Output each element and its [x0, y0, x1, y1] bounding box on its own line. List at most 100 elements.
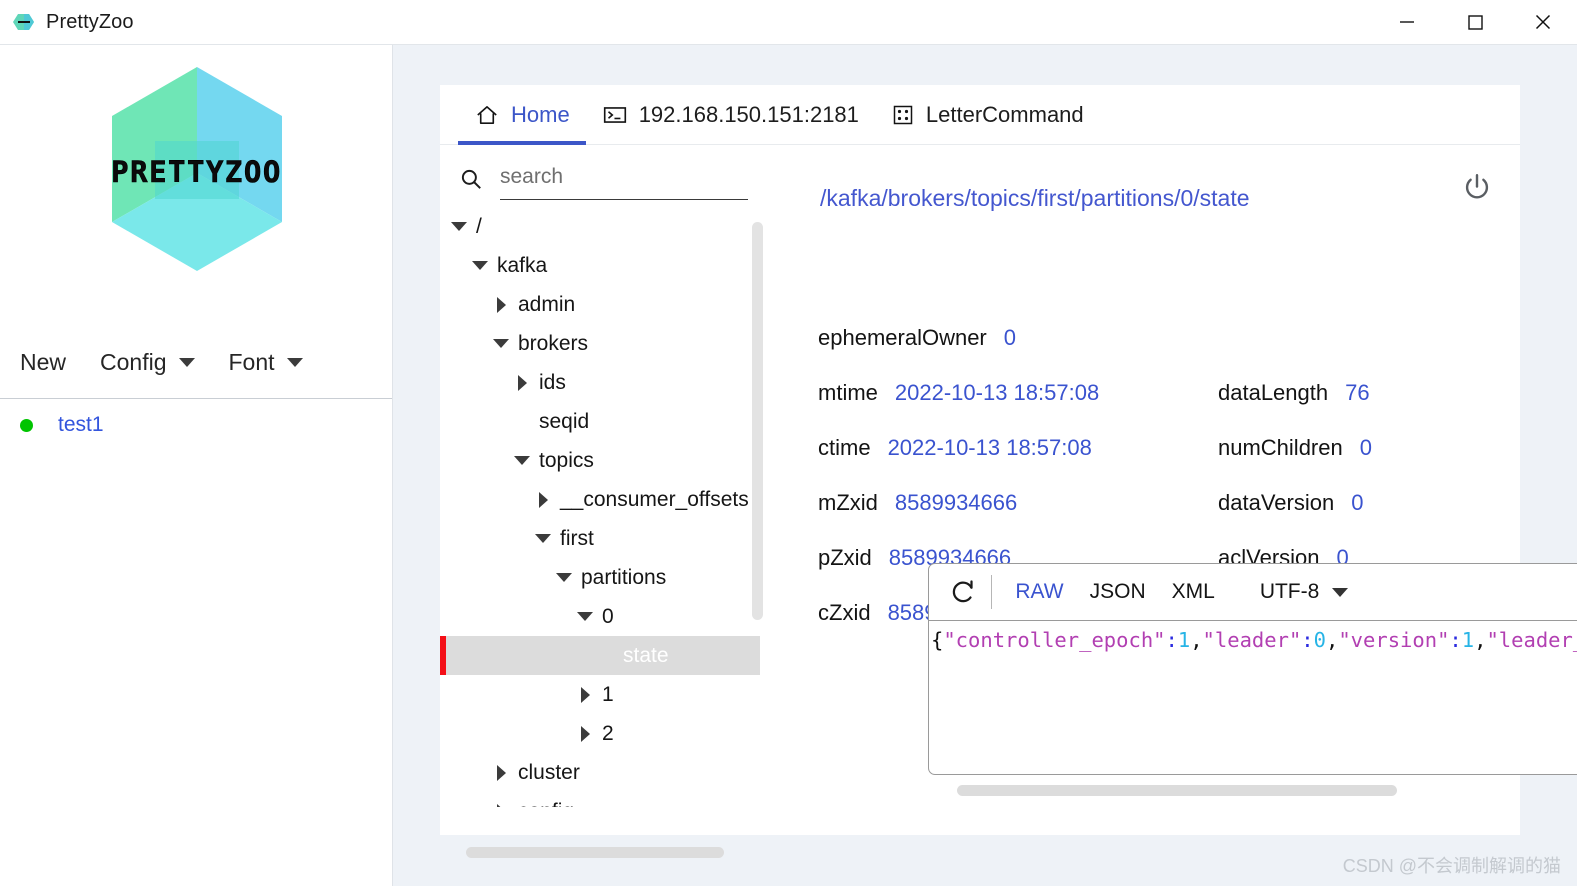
menu-item-config[interactable]: Config: [100, 349, 195, 376]
tree-node[interactable]: admin: [440, 285, 760, 324]
metadata-cell: numChildren 0: [1218, 435, 1372, 461]
tree-node-label: cluster: [518, 760, 580, 784]
minimize-button[interactable]: [1373, 0, 1441, 45]
code-token: "controller_epoch": [943, 628, 1166, 652]
tree-node[interactable]: 2: [440, 714, 760, 753]
connection-list: test1: [0, 403, 392, 447]
tab-connection[interactable]: 192.168.150.151:2181: [586, 85, 875, 145]
connection-item[interactable]: test1: [0, 403, 392, 447]
chevron-down-icon[interactable]: [448, 207, 470, 246]
window-controls: [1373, 0, 1577, 45]
tree-node[interactable]: 1: [440, 675, 760, 714]
chevron-down-icon: [178, 358, 195, 367]
encoding-select[interactable]: UTF-8: [1260, 580, 1349, 604]
chevron-down-icon: [286, 358, 303, 367]
format-json-button[interactable]: JSON: [1077, 580, 1159, 604]
tree-node[interactable]: cluster: [440, 753, 760, 792]
tab-letter-command[interactable]: LetterCommand: [875, 85, 1100, 145]
code-token: 1: [1177, 628, 1191, 652]
editor-body[interactable]: {"controller_epoch":1,"leader":0,"versio…: [929, 621, 1577, 774]
metadata-row: ephemeralOwner 0: [818, 310, 1518, 365]
brand-wordmark: PRETTYZOO: [111, 155, 282, 190]
tree-node[interactable]: kafka: [440, 246, 760, 285]
power-icon[interactable]: [1456, 167, 1498, 209]
tree-node[interactable]: first: [440, 519, 760, 558]
metadata-value: 2022-10-13 18:57:08: [894, 379, 1100, 405]
tree-node[interactable]: 0: [440, 597, 760, 636]
chevron-right-icon[interactable]: [574, 675, 596, 714]
chevron-right-icon[interactable]: [511, 363, 533, 402]
tab-home-label: Home: [511, 101, 570, 127]
metadata-value: 0: [1359, 434, 1372, 460]
node-tree-pane: / kafka admin brokers ids seqid topics __consum…: [440, 145, 760, 835]
code-token: 0: [1313, 628, 1326, 652]
code-token: ,: [1325, 628, 1339, 652]
node-path: /kafka/brokers/topics/first/partitions/0…: [820, 185, 1250, 211]
chevron-down-icon[interactable]: [490, 324, 512, 363]
app-icon: [12, 10, 36, 34]
tree-node-label: topics: [539, 448, 594, 472]
brand-logo: PRETTYZOO: [0, 53, 393, 293]
search-row: [458, 155, 748, 203]
tree-node[interactable]: topics: [440, 441, 760, 480]
refresh-icon[interactable]: [943, 572, 983, 612]
tree-node-label: config: [518, 800, 574, 808]
tree-node[interactable]: partitions: [440, 558, 760, 597]
editor-toolbar: RAW JSON XML UTF-8: [929, 564, 1577, 621]
format-xml-button[interactable]: XML: [1159, 580, 1228, 604]
tree-node-label: __consumer_offsets: [560, 487, 749, 511]
tree-node[interactable]: brokers: [440, 324, 760, 363]
metadata-key: dataVersion: [1218, 489, 1335, 515]
application-window: PrettyZoo PRETTYZOO New Config Font test…: [0, 0, 1577, 886]
chevron-down-icon[interactable]: [469, 246, 491, 285]
tree-node[interactable]: __consumer_offsets: [440, 480, 760, 519]
node-data-editor: RAW JSON XML UTF-8 {"controller_epoch":1…: [928, 563, 1577, 775]
window-title: PrettyZoo: [46, 10, 134, 33]
tree-node-spacer: [511, 402, 533, 441]
metadata-cell: ctime 2022-10-13 18:57:08: [818, 435, 1218, 461]
close-button[interactable]: [1509, 0, 1577, 45]
chevron-right-icon[interactable]: [490, 285, 512, 324]
encoding-label: UTF-8: [1259, 580, 1320, 603]
format-raw-button[interactable]: RAW: [1002, 580, 1076, 604]
tab-home[interactable]: Home: [458, 85, 586, 145]
chevron-down-icon[interactable]: [532, 519, 554, 558]
home-icon: [474, 102, 500, 128]
tree-node-selection-bar: [440, 636, 446, 675]
tree-node[interactable]: config: [440, 792, 760, 807]
tree-node[interactable]: state: [440, 636, 760, 675]
code-token: ,: [1190, 628, 1203, 652]
menu-item-font[interactable]: Font: [229, 349, 303, 376]
status-dot-icon: [20, 418, 33, 432]
search-input[interactable]: [500, 158, 748, 200]
metadata-row: mtime 2022-10-13 18:57:08 dataLength 76: [818, 365, 1518, 420]
tree-node-label: 2: [602, 721, 614, 745]
menu-item-new-label: New: [20, 349, 67, 375]
chevron-down-icon[interactable]: [553, 558, 575, 597]
code-token: "leader": [1202, 628, 1302, 652]
editor-horizontal-scrollbar[interactable]: [957, 785, 1397, 796]
menu-item-font-label: Font: [228, 349, 275, 375]
tree-node[interactable]: /: [440, 207, 760, 246]
metadata-cell: dataLength 76: [1218, 380, 1370, 406]
tree-node[interactable]: seqid: [440, 402, 760, 441]
main-panel: Home 192.168.150.151:2181 LetterCommand: [440, 85, 1577, 858]
window-titlebar: PrettyZoo: [0, 0, 1577, 45]
tree-node-label: partitions: [581, 565, 667, 589]
chevron-right-icon[interactable]: [490, 753, 512, 792]
chevron-right-icon[interactable]: [490, 792, 512, 807]
chevron-right-icon[interactable]: [532, 480, 554, 519]
tree-node[interactable]: ids: [440, 363, 760, 402]
maximize-button[interactable]: [1441, 0, 1509, 45]
tree-node-label: 1: [602, 682, 614, 706]
node-tree[interactable]: / kafka admin brokers ids seqid topics __consum…: [440, 207, 760, 807]
metadata-value: 0: [1351, 489, 1364, 515]
chevron-down-icon[interactable]: [511, 441, 533, 480]
menu-item-new[interactable]: New: [20, 349, 66, 376]
tree-node-label: first: [560, 526, 594, 550]
tree-node-label: ids: [539, 370, 566, 394]
search-icon: [458, 166, 484, 192]
chevron-down-icon[interactable]: [574, 597, 596, 636]
tree-horizontal-scrollbar[interactable]: [466, 847, 724, 858]
chevron-right-icon[interactable]: [574, 714, 596, 753]
